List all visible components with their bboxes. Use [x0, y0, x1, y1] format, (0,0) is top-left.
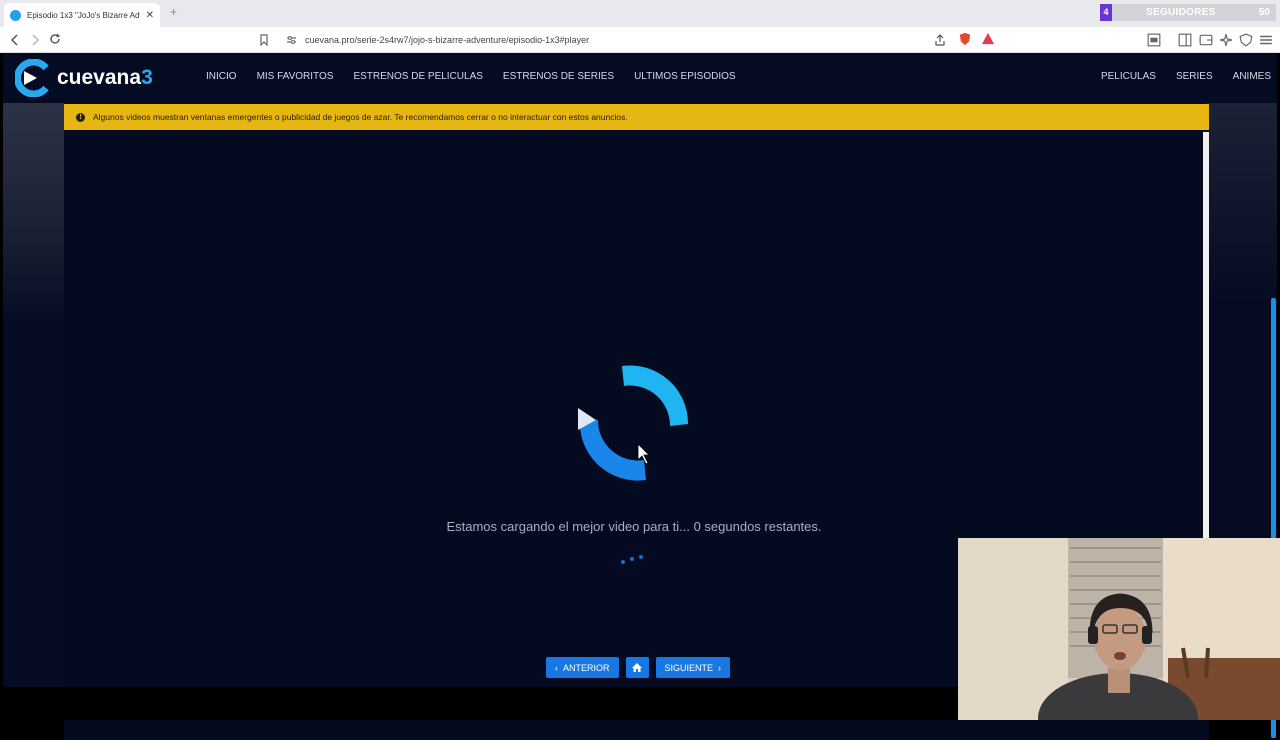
- loading-dots-icon: [621, 555, 643, 564]
- episode-nav: ‹ ANTERIOR SIGUIENTE ›: [546, 657, 731, 678]
- wallet-icon[interactable]: [1199, 33, 1213, 47]
- sidebar-toggle-icon[interactable]: [1147, 33, 1161, 47]
- main-nav: INICIO MIS FAVORITOS ESTRENOS DE PELICUL…: [206, 71, 736, 82]
- close-tab-icon[interactable]: ✕: [146, 10, 154, 21]
- loading-spinner-icon: [578, 365, 689, 481]
- next-episode-button[interactable]: SIGUIENTE ›: [655, 657, 731, 678]
- new-tab-icon[interactable]: +: [170, 5, 177, 19]
- nav-estrenos-series[interactable]: ESTRENOS DE SERIES: [503, 71, 614, 82]
- site-logo[interactable]: cuevana3: [15, 58, 180, 98]
- rewards-icon[interactable]: [981, 32, 995, 46]
- stream-badge-number: 4: [1100, 4, 1112, 21]
- nav-inicio[interactable]: INICIO: [206, 71, 237, 82]
- url-input[interactable]: cuevana.pro/serie-2s4rw7/jojo-s-bizarre-…: [305, 35, 589, 45]
- address-bar: cuevana.pro/serie-2s4rw7/jojo-s-bizarre-…: [0, 27, 1280, 53]
- chevron-left-icon: ‹: [555, 662, 558, 673]
- info-icon: !: [76, 112, 85, 122]
- nav-estrenos-peliculas[interactable]: ESTRENOS DE PELICULAS: [353, 71, 482, 82]
- menu-icon[interactable]: [1259, 33, 1273, 47]
- browser-tab[interactable]: Episodio 1x3 "JoJo's Bizarre Adve ✕: [4, 3, 160, 27]
- ai-assistant-icon[interactable]: [1219, 33, 1233, 47]
- webcam-overlay: [958, 538, 1280, 720]
- bookmark-icon[interactable]: [259, 34, 269, 46]
- warning-banner: ! Algunos videos muestran ventanas emerg…: [64, 104, 1209, 130]
- cuevana-logo-icon: [15, 59, 49, 97]
- home-icon: [632, 663, 643, 672]
- category-nav: PELICULAS SERIES ANIMES: [1101, 71, 1271, 82]
- warning-text: Algunos videos muestran ventanas emergen…: [93, 112, 628, 122]
- nav-animes[interactable]: ANIMES: [1233, 71, 1271, 82]
- nav-peliculas[interactable]: PELICULAS: [1101, 71, 1156, 82]
- stream-label: SEGUIDORES: [1146, 7, 1216, 18]
- nav-series[interactable]: SERIES: [1176, 71, 1213, 82]
- background-art-right: [1207, 103, 1277, 303]
- site-settings-icon[interactable]: [286, 35, 297, 45]
- favicon-icon: [10, 9, 21, 21]
- player-scrollbar[interactable]: [1203, 132, 1209, 540]
- panel-icon[interactable]: [1178, 33, 1192, 47]
- back-arrow-icon[interactable]: [10, 34, 20, 46]
- background-art-left: [3, 103, 64, 323]
- home-button[interactable]: [625, 657, 649, 678]
- logo-text: cuevana3: [57, 66, 153, 89]
- brave-shield-icon[interactable]: [958, 32, 972, 46]
- share-icon[interactable]: [933, 33, 947, 47]
- prev-label: ANTERIOR: [563, 662, 610, 673]
- browser-tab-strip: Episodio 1x3 "JoJo's Bizarre Adve ✕ + 4 …: [0, 0, 1280, 27]
- site-header: cuevana3 INICIO MIS FAVORITOS ESTRENOS D…: [3, 53, 1277, 103]
- stream-count: 50: [1258, 7, 1270, 18]
- loading-message: Estamos cargando el mejor video para ti.…: [446, 519, 822, 534]
- webcam-image: [958, 538, 1280, 720]
- reload-icon[interactable]: [49, 33, 61, 45]
- nav-mis-favoritos[interactable]: MIS FAVORITOS: [257, 71, 334, 82]
- chevron-right-icon: ›: [718, 662, 722, 673]
- nav-ultimos-episodios[interactable]: ULTIMOS EPISODIOS: [634, 71, 736, 82]
- next-label: SIGUIENTE: [664, 662, 714, 673]
- prev-episode-button[interactable]: ‹ ANTERIOR: [546, 657, 619, 678]
- forward-arrow-icon[interactable]: [30, 34, 40, 46]
- vpn-shield-icon[interactable]: [1239, 33, 1253, 47]
- tab-title: Episodio 1x3 "JoJo's Bizarre Adve: [27, 10, 140, 20]
- stream-follower-overlay: 4 SEGUIDORES 50: [1100, 4, 1276, 21]
